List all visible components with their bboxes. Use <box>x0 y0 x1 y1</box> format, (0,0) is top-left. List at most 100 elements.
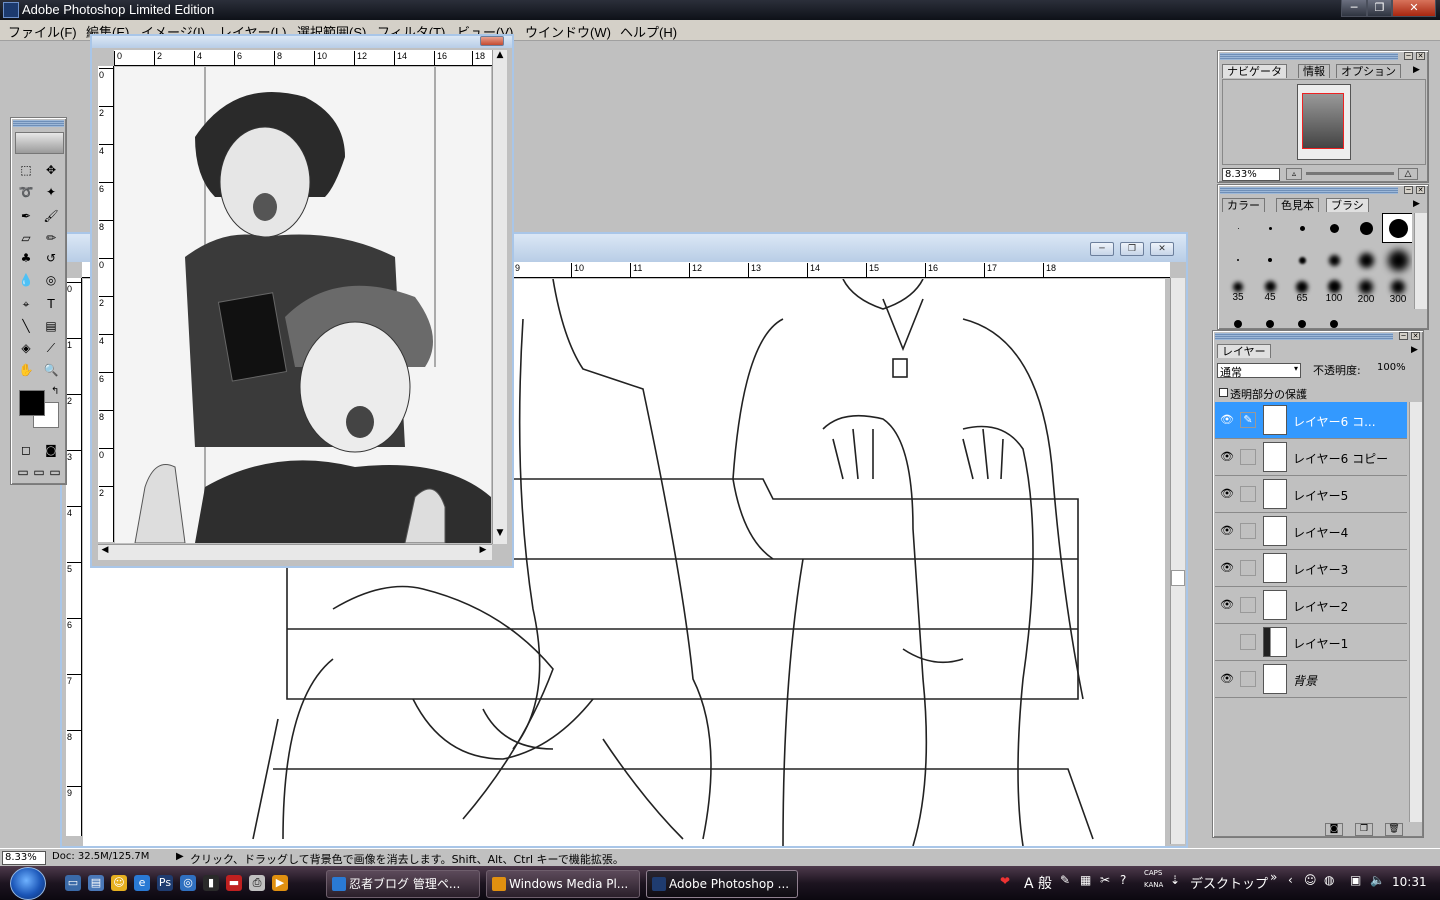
visibility-eye-icon[interactable]: 👁 <box>1218 487 1236 501</box>
tab-color[interactable]: カラー <box>1222 198 1265 212</box>
history-brush-tool-icon[interactable]: ↺ <box>40 248 62 268</box>
internet-explorer-icon[interactable]: e <box>134 875 150 891</box>
tab-options[interactable]: オプション <box>1336 64 1401 78</box>
layers-titlebar[interactable] <box>1215 333 1393 340</box>
tab-layers[interactable]: レイヤー <box>1217 344 1271 358</box>
line-tool-icon[interactable]: ╲ <box>15 316 37 336</box>
brush-preset[interactable]: 65 <box>1286 277 1318 307</box>
brush-preset[interactable] <box>1318 245 1350 275</box>
layers-scrollbar[interactable] <box>1409 402 1422 822</box>
close-button[interactable]: ✕ <box>1392 0 1436 17</box>
zoom-slider[interactable] <box>1306 172 1394 175</box>
palette-menu-arrow-icon[interactable]: ▶ <box>1411 345 1418 355</box>
paintbrush-tool-icon[interactable]: 🖌 <box>40 206 62 226</box>
zoom-in-icon[interactable]: △ <box>1398 168 1418 180</box>
preview-close-button[interactable] <box>480 36 504 46</box>
toolbar-expand-icon[interactable]: » <box>1270 870 1277 884</box>
layer-row[interactable]: 👁 レイヤー2 <box>1215 587 1407 624</box>
layer-link-box[interactable] <box>1240 449 1256 465</box>
restore-button[interactable]: ❐ <box>1367 0 1392 17</box>
ime-tools-icon[interactable]: ✎ <box>1060 873 1070 887</box>
swap-colors-icon[interactable]: ↰ <box>51 386 59 397</box>
layer-row[interactable]: 👁 レイヤー5 <box>1215 476 1407 513</box>
messenger-icon[interactable]: ☺ <box>111 875 127 891</box>
brush-preset[interactable]: 100 <box>1318 277 1350 307</box>
ime-mode[interactable]: A 般 <box>1024 873 1052 893</box>
menu-window[interactable]: ウインドウ(W) <box>525 22 611 41</box>
layer-row[interactable]: 👁 レイヤー6 コピー <box>1215 439 1407 476</box>
media-quicklaunch-icon[interactable]: ▶ <box>272 875 288 891</box>
scroll-thumb[interactable] <box>1171 570 1185 586</box>
menu-help[interactable]: ヘルプ(H) <box>620 22 677 41</box>
palette-close-icon[interactable]: ✕ <box>1416 52 1425 60</box>
brush-preset[interactable] <box>1318 309 1350 329</box>
ime-options-icon[interactable]: ⇣ <box>1170 873 1180 887</box>
layer-link-box[interactable] <box>1240 671 1256 687</box>
move-tool-icon[interactable]: ✥ <box>40 160 62 180</box>
eyedropper-tool-icon[interactable]: ⟋ <box>40 338 62 358</box>
tab-info[interactable]: 情報 <box>1298 64 1330 78</box>
layer-row[interactable]: 👁 背景 <box>1215 661 1407 698</box>
layer-brush-icon[interactable]: ✎ <box>1240 412 1256 428</box>
tray-smiley-icon[interactable]: ☺ <box>1304 873 1317 887</box>
palette-menu-arrow-icon[interactable]: ▶ <box>1413 199 1420 209</box>
palette-minimize-icon[interactable]: ─ <box>1404 186 1413 194</box>
type-tool-icon[interactable]: T <box>40 294 62 314</box>
path-tool-icon[interactable]: ⌖ <box>15 294 37 314</box>
new-mask-icon[interactable]: ◙ <box>1325 823 1343 836</box>
foreground-color-swatch[interactable] <box>19 390 45 416</box>
help-icon[interactable]: ? <box>1120 873 1126 887</box>
doc-minimize-button[interactable]: ─ <box>1090 242 1114 256</box>
preview-horizontal-scrollbar[interactable]: ◀ ▶ <box>98 544 492 560</box>
photoshop-quicklaunch-icon[interactable]: Ps <box>157 875 173 891</box>
zoom-tool-icon[interactable]: 🔍 <box>40 360 62 380</box>
quick-mask-mode-icon[interactable]: ◙ <box>40 440 62 460</box>
doc-close-button[interactable]: ✕ <box>1150 242 1174 256</box>
palette-minimize-icon[interactable]: ─ <box>1404 52 1413 60</box>
clone-stamp-tool-icon[interactable]: ♣ <box>15 248 37 268</box>
photoshop-app-icon[interactable] <box>3 2 19 18</box>
layer-row[interactable]: レイヤー1 <box>1215 624 1407 661</box>
show-desktop-icon[interactable]: ▭ <box>65 875 81 891</box>
preserve-transparency-checkbox[interactable] <box>1219 388 1228 397</box>
layer-link-box[interactable] <box>1240 486 1256 502</box>
scroll-left-arrow[interactable]: ◀ <box>98 545 112 559</box>
palette-menu-arrow-icon[interactable]: ▶ <box>1413 65 1420 75</box>
visibility-eye-icon[interactable]: 👁 <box>1218 450 1236 464</box>
brush-preset[interactable] <box>1286 245 1318 275</box>
brush-preset[interactable] <box>1254 245 1286 275</box>
visibility-eye-icon[interactable]: 👁 <box>1218 413 1236 427</box>
scroll-down-arrow[interactable]: ▼ <box>493 528 507 542</box>
brush-preset[interactable] <box>1222 213 1254 243</box>
scroll-right-arrow[interactable]: ▶ <box>476 545 490 559</box>
airbrush-tool-icon[interactable]: ✒ <box>15 206 37 226</box>
marquee-tool-icon[interactable]: ⬚ <box>15 160 37 180</box>
desktop-toolbar-label[interactable]: デスクトップ <box>1190 873 1268 892</box>
navigator-view-box[interactable] <box>1302 93 1344 149</box>
screen-mode-standard-icon[interactable]: ▭ <box>15 462 31 482</box>
screen-mode-full-menu-icon[interactable]: ▭ <box>31 462 47 482</box>
layer-row[interactable]: 👁 レイヤー4 <box>1215 513 1407 550</box>
navigator-preview[interactable] <box>1222 79 1426 165</box>
blend-mode-select[interactable]: 通常 ▾ <box>1217 363 1301 379</box>
start-button[interactable] <box>10 867 46 900</box>
layer-row[interactable]: 👁 ✎ レイヤー6 コ... <box>1215 402 1407 439</box>
screen-mode-full-icon[interactable]: ▭ <box>47 462 63 482</box>
toolbox-titlebar[interactable] <box>13 120 64 127</box>
visibility-eye-icon[interactable]: 👁 <box>1218 672 1236 686</box>
visibility-eye-icon[interactable]: 👁 <box>1218 598 1236 612</box>
app-quicklaunch-icon[interactable]: ◎ <box>180 875 196 891</box>
layer-link-box[interactable] <box>1240 597 1256 613</box>
palette-close-icon[interactable]: ✕ <box>1416 186 1425 194</box>
brush-preset[interactable] <box>1350 213 1382 243</box>
status-zoom-field[interactable]: 8.33% <box>2 851 46 865</box>
flash-quicklaunch-icon[interactable]: ▬ <box>226 875 242 891</box>
taskbar-button-blog[interactable]: 忍者ブログ 管理ペ... <box>326 870 480 898</box>
navigator-titlebar[interactable] <box>1220 53 1398 60</box>
tab-swatches[interactable]: 色見本 <box>1276 198 1319 212</box>
hand-tool-icon[interactable]: ✋ <box>15 360 37 380</box>
brushes-scrollbar[interactable] <box>1414 213 1427 309</box>
lasso-tool-icon[interactable]: ➰ <box>15 182 37 202</box>
brush-preset[interactable]: 200 <box>1350 277 1382 307</box>
layer-link-box[interactable] <box>1240 523 1256 539</box>
